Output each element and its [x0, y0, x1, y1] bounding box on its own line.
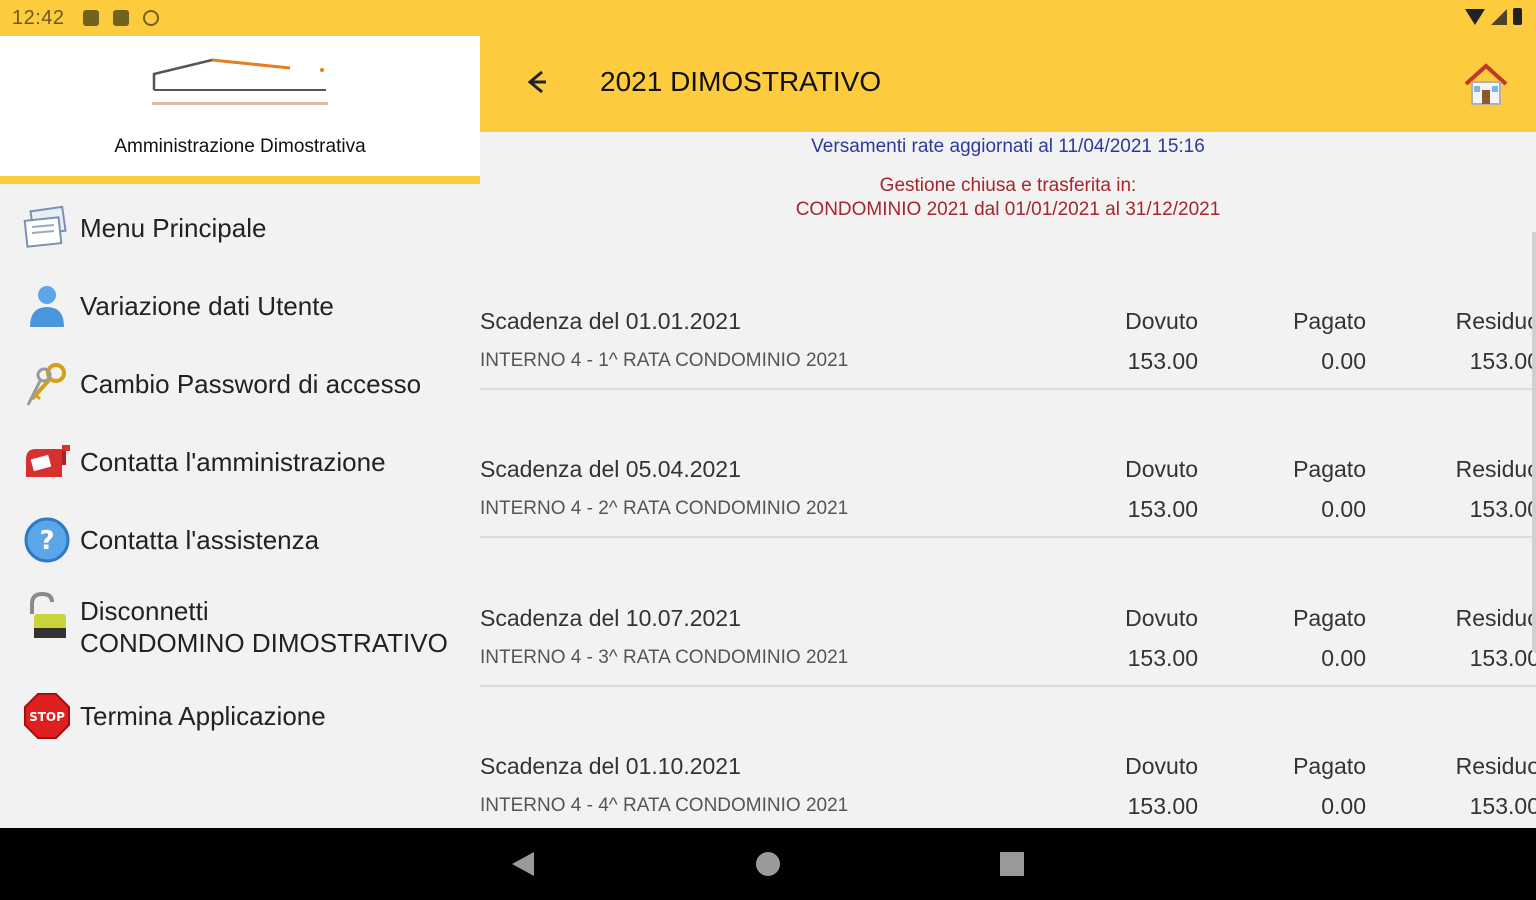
menu-item-menu-principale[interactable]: Menu Principale [0, 200, 480, 256]
page-title: 2021 DIMOSTRATIVO [600, 66, 882, 97]
residuo-value: 153.00 [1469, 645, 1536, 671]
installment-description: INTERNO 4 - 4^ RATA CONDOMINIO 2021 [480, 795, 849, 816]
menu-item-label: Variazione dati Utente [80, 290, 334, 321]
mailbox-icon [26, 445, 70, 477]
residuo-value: 153.00 [1469, 496, 1536, 522]
closed-notice: Gestione chiusa e trasferita in: CONDOMI… [480, 174, 1536, 222]
pagato-header: Pagato [1293, 753, 1366, 779]
house-roof-logo [152, 58, 328, 105]
nav-recent-icon[interactable] [1000, 852, 1024, 876]
due-date: Scadenza del 10.07.2021 [480, 605, 741, 631]
home-icon[interactable] [1460, 58, 1512, 110]
pagato-header: Pagato [1293, 456, 1366, 482]
stop-icon: STOP [24, 693, 70, 739]
due-date: Scadenza del 01.01.2021 [480, 308, 741, 334]
pagato-value: 0.00 [1321, 348, 1366, 374]
svg-text:?: ? [39, 526, 54, 556]
menu-item-cambio-password[interactable]: Cambio Password di accesso [0, 356, 480, 412]
pagato-header: Pagato [1293, 308, 1366, 334]
table-row[interactable]: Scadenza del 10.07.2021 Dovuto Pagato Re… [480, 605, 1536, 687]
dovuto-header: Dovuto [1125, 605, 1198, 631]
navigation-drawer: Amministrazione Dimostrativa Menu Princi… [0, 36, 480, 828]
update-notice: Versamenti rate aggiornati al 11/04/2021… [811, 136, 1205, 157]
stop-icon-text: STOP [29, 710, 65, 724]
battery-icon [1513, 8, 1522, 25]
pagato-value: 0.00 [1321, 496, 1366, 522]
table-row[interactable]: Scadenza del 01.01.2021 Dovuto Pagato Re… [480, 308, 1536, 390]
table-row[interactable]: Scadenza del 05.04.2021 Dovuto Pagato Re… [480, 456, 1536, 538]
dovuto-value: 153.00 [1127, 348, 1198, 374]
dovuto-header: Dovuto [1125, 456, 1198, 482]
menu-item-contatta-assistenza[interactable]: ? Contatta l'assistenza [0, 512, 480, 568]
status-bar: 12:42 [0, 0, 1536, 36]
wifi-icon [1465, 9, 1485, 25]
residuo-header: Residuo [1455, 753, 1536, 779]
dovuto-header: Dovuto [1125, 308, 1198, 334]
dovuto-value: 153.00 [1127, 496, 1198, 522]
pagato-value: 0.00 [1321, 793, 1366, 819]
pagato-header: Pagato [1293, 605, 1366, 631]
menu-item-disconnetti[interactable]: Disconnetti CONDOMINO DIMOSTRATIVO [0, 592, 480, 662]
installment-description: INTERNO 4 - 1^ RATA CONDOMINIO 2021 [480, 350, 849, 371]
user-icon [30, 286, 64, 327]
menu-item-contatta-amministrazione[interactable]: Contatta l'amministrazione [0, 434, 480, 490]
dovuto-header: Dovuto [1125, 753, 1198, 779]
menu-item-label: Termina Applicazione [80, 700, 326, 731]
menu-item-label: Menu Principale [80, 212, 267, 243]
signal-icon [1491, 9, 1507, 25]
app-bar: 2021 DIMOSTRATIVO [480, 36, 1536, 132]
dovuto-value: 153.00 [1127, 645, 1198, 671]
org-name: Amministrazione Dimostrativa [114, 136, 366, 157]
menu-item-label: Cambio Password di accesso [80, 368, 422, 399]
menu-item-label-2: CONDOMINO DIMOSTRATIVO [80, 628, 448, 658]
menu-item-label: Contatta l'assistenza [80, 524, 320, 555]
due-date: Scadenza del 01.10.2021 [480, 753, 741, 779]
dovuto-value: 153.00 [1127, 793, 1198, 819]
drawer-header: Amministrazione Dimostrativa [0, 36, 480, 184]
notification-icon [82, 10, 99, 26]
nav-back-icon[interactable] [512, 852, 534, 876]
nav-home-icon[interactable] [756, 852, 780, 876]
residuo-value: 153.00 [1469, 348, 1536, 374]
installment-description: INTERNO 4 - 3^ RATA CONDOMINIO 2021 [480, 647, 849, 668]
residuo-header: Residuo [1455, 308, 1536, 334]
closed-notice-line-2: CONDOMINIO 2021 dal 01/01/2021 al 31/12/… [795, 199, 1221, 220]
back-arrow-icon[interactable] [516, 62, 556, 102]
system-nav-bar [0, 828, 1536, 900]
pagato-value: 0.00 [1321, 645, 1366, 671]
menu-item-variazione-dati-utente[interactable]: Variazione dati Utente [0, 278, 480, 334]
menu-item-label: Contatta l'amministrazione [80, 446, 386, 477]
menu-item-label: Disconnetti [80, 596, 209, 626]
help-icon: ? [24, 517, 70, 563]
residuo-header: Residuo [1455, 456, 1536, 482]
scrollbar[interactable] [1532, 232, 1536, 652]
sync-icon [142, 10, 159, 26]
documents-icon [23, 205, 67, 248]
residuo-value: 153.00 [1469, 793, 1536, 819]
menu-item-termina-applicazione[interactable]: STOP Termina Applicazione [0, 688, 480, 744]
installments-panel: Versamenti rate aggiornati al 11/04/2021… [480, 132, 1536, 828]
padlock-icon [30, 592, 66, 638]
table-row[interactable]: Scadenza del 01.10.2021 Dovuto Pagato Re… [480, 753, 1536, 828]
closed-notice-line-1: Gestione chiusa e trasferita in: [879, 175, 1137, 196]
installment-description: INTERNO 4 - 2^ RATA CONDOMINIO 2021 [480, 498, 849, 519]
status-time: 12:42 [12, 6, 65, 29]
due-date: Scadenza del 05.04.2021 [480, 456, 741, 482]
sd-card-icon [112, 10, 129, 26]
residuo-header: Residuo [1455, 605, 1536, 631]
keys-icon [26, 363, 66, 406]
